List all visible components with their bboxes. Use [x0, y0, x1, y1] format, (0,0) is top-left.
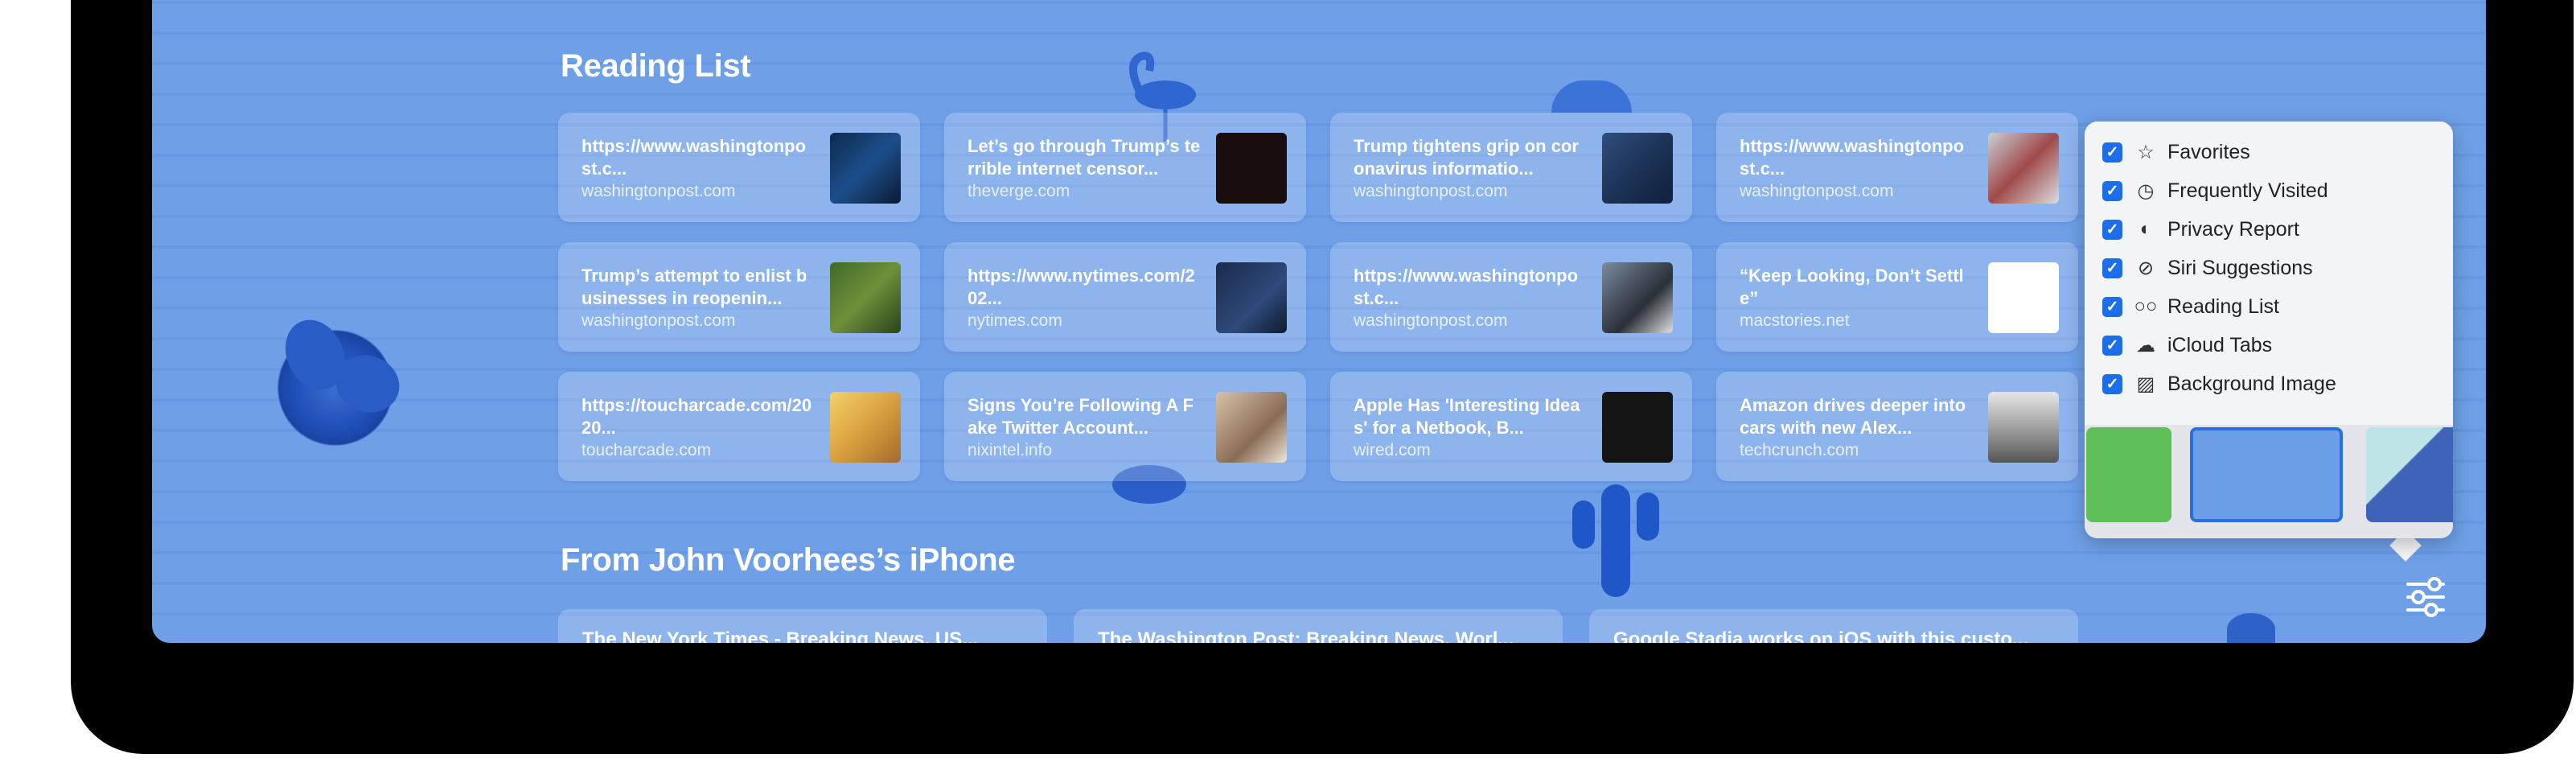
shield-icon: ◐ — [2139, 218, 2152, 240]
reading-list-item-title: Let’s go through Trump’s terrible intern… — [968, 136, 1201, 179]
option-siri-suggestions[interactable]: ✓ ⊘ Siri Suggestions — [2102, 252, 2440, 284]
icloud-tab-card[interactable]: Google Stadia works on iOS with this cus… — [1589, 609, 2078, 643]
clock-icon: ◷ — [2137, 179, 2155, 202]
option-label: Favorites — [2167, 140, 2250, 163]
cactus-decoration — [1572, 484, 1659, 597]
cloud-icon: ☁ — [2136, 334, 2155, 356]
reading-list-item-title: Signs You’re Following A Fake Twitter Ac… — [968, 395, 1194, 438]
reading-list-item[interactable]: https://www.washingtonpost.c... washingto… — [558, 113, 920, 222]
option-label: Privacy Report — [2167, 217, 2299, 241]
reading-list-item-title: Trump tightens grip on coronavirus infor… — [1354, 136, 1579, 179]
checkbox-checked-icon[interactable]: ✓ — [2102, 373, 2122, 394]
reading-list-item[interactable]: “Keep Looking, Don’t Settle” macstories.n… — [1716, 242, 2078, 352]
checkbox-checked-icon[interactable]: ✓ — [2102, 257, 2122, 278]
reading-list-item-domain: toucharcade.com — [581, 441, 712, 459]
glasses-icon: ○○ — [2134, 295, 2158, 317]
reading-list-item-domain: wired.com — [1354, 441, 1431, 459]
reading-list-item-domain: theverge.com — [968, 182, 1070, 200]
reading-list-item-domain: washingtonpost.com — [581, 311, 736, 330]
reading-list-item-domain: macstories.net — [1740, 311, 1850, 330]
reading-list-item-title: https://www.washingtonpost.c... — [581, 136, 807, 179]
customize-start-page-popover: ✓ ☆ Favorites ✓ ◷ Frequently Visited ✓ ◐ Privacy… — [2085, 122, 2453, 538]
tv-studio-image-thumbnail — [830, 133, 901, 204]
option-label: iCloud Tabs — [2167, 333, 2273, 356]
reading-list-item[interactable]: Trump’s attempt to enlist businesses in … — [558, 242, 920, 352]
reading-list-item-domain: washingtonpost.com — [581, 182, 736, 200]
meeting-photo-thumbnail — [1216, 262, 1287, 333]
reading-list-item-title: “Keep Looking, Don’t Settle” — [1740, 266, 1964, 308]
option-favorites[interactable]: ✓ ☆ Favorites — [2102, 136, 2440, 168]
option-label: Frequently Visited — [2167, 179, 2328, 202]
reading-list-item-title: https://toucharcade.com/2020... — [581, 395, 812, 438]
headshot-photo-thumbnail — [1216, 392, 1287, 463]
outdoor-photo-thumbnail — [830, 262, 901, 333]
reading-list-item[interactable]: https://www.nytimes.com/202... nytimes.co… — [944, 242, 1306, 352]
customize-settings-icon[interactable] — [2403, 577, 2448, 618]
option-label: Reading List — [2167, 295, 2279, 318]
reading-list-item-domain: washingtonpost.com — [1354, 182, 1508, 200]
reading-list-item-domain: techcrunch.com — [1740, 441, 1859, 459]
star-icon: ☆ — [2137, 141, 2155, 163]
umbrella-decoration — [1551, 80, 1632, 113]
stripes-art-thumbnail — [1602, 392, 1673, 463]
reading-list-item-title: https://www.nytimes.com/202... — [968, 266, 1195, 308]
checkbox-checked-icon[interactable]: ✓ — [2102, 180, 2122, 201]
iphone-tabs-heading: From John Voorhees’s iPhone — [561, 542, 1016, 578]
option-label: Background Image — [2167, 372, 2336, 395]
icloud-tab-card[interactable]: The Washington Post: Breaking News, Worl… — [1074, 609, 1563, 643]
hibiscus-decoration — [271, 323, 400, 452]
reading-list-item-domain: washingtonpost.com — [1354, 311, 1508, 330]
reading-list-item[interactable]: Let’s go through Trump’s terrible intern… — [944, 113, 1306, 222]
icloud-tab-title: Google Stadia works on iOS with this cus… — [1613, 628, 2029, 643]
checkbox-checked-icon[interactable]: ✓ — [2102, 219, 2122, 240]
checkbox-checked-icon[interactable]: ✓ — [2102, 296, 2122, 317]
option-background-image[interactable]: ✓ ▨ Background Image — [2102, 368, 2440, 400]
globe-illustration-thumbnail — [1216, 133, 1287, 204]
reading-list-item-title: Apple Has 'Interesting Ideas' for a Netb… — [1354, 395, 1580, 438]
icloud-tab-title: The Washington Post: Breaking News, Worl… — [1098, 628, 1514, 643]
checkbox-checked-icon[interactable]: ✓ — [2102, 335, 2122, 356]
checkbox-checked-icon[interactable]: ✓ — [2102, 142, 2122, 163]
reading-list-heading: Reading List — [561, 48, 751, 84]
press-photo-thumbnail — [1602, 133, 1673, 204]
reading-list-item-domain: nixintel.info — [968, 441, 1053, 459]
option-frequently-visited[interactable]: ✓ ◷ Frequently Visited — [2102, 175, 2440, 207]
reading-list-item[interactable]: Amazon drives deeper into cars with new … — [1716, 372, 2078, 481]
street-photo-thumbnail — [1988, 133, 2059, 204]
game-art-thumbnail — [830, 392, 901, 463]
reading-list-item-title: https://www.washingtonpost.c... — [1740, 136, 1965, 179]
compass-icon: ⊘ — [2137, 257, 2155, 279]
reading-list-item[interactable]: Trump tightens grip on coronavirus infor… — [1330, 113, 1692, 222]
background-option-teal-geometric[interactable] — [2366, 427, 2453, 522]
reading-list-item[interactable]: https://toucharcade.com/2020... toucharca… — [558, 372, 920, 481]
bookmark-logo-thumbnail — [1988, 262, 2059, 333]
reading-list-item[interactable]: Signs You’re Following A Fake Twitter Ac… — [944, 372, 1306, 481]
reading-list-item[interactable]: https://www.washingtonpost.c... washingto… — [1330, 242, 1692, 352]
portrait-photo-thumbnail — [1602, 262, 1673, 333]
background-option-blue-cactus[interactable] — [2190, 427, 2343, 522]
reading-list-item-domain: washingtonpost.com — [1740, 182, 1894, 200]
option-icloud-tabs[interactable]: ✓ ☁ iCloud Tabs — [2102, 329, 2440, 361]
leaf-decoration — [2227, 613, 2275, 643]
car-dashboard-photo-thumbnail — [1988, 392, 2059, 463]
image-icon: ▨ — [2136, 373, 2155, 395]
reading-list-item-title: https://www.washingtonpost.c... — [1354, 266, 1579, 308]
reading-list-item-domain: nytimes.com — [968, 311, 1062, 330]
option-reading-list[interactable]: ✓ ○○ Reading List — [2102, 290, 2440, 323]
option-privacy-report[interactable]: ✓ ◐ Privacy Report — [2102, 213, 2440, 245]
reading-list-item-title: Trump’s attempt to enlist businesses in … — [581, 266, 807, 308]
icloud-tab-card[interactable]: The New York Times - Breaking News, US..… — [558, 609, 1047, 643]
reading-list-item[interactable]: Apple Has 'Interesting Ideas' for a Netb… — [1330, 372, 1692, 481]
icloud-tab-title: The New York Times - Breaking News, US..… — [582, 628, 979, 643]
option-label: Siri Suggestions — [2167, 256, 2313, 279]
reading-list-item[interactable]: https://www.washingtonpost.c... washingto… — [1716, 113, 2078, 222]
reading-list-item-title: Amazon drives deeper into cars with new … — [1740, 395, 1966, 438]
background-option-green-cactus[interactable] — [2086, 427, 2171, 522]
